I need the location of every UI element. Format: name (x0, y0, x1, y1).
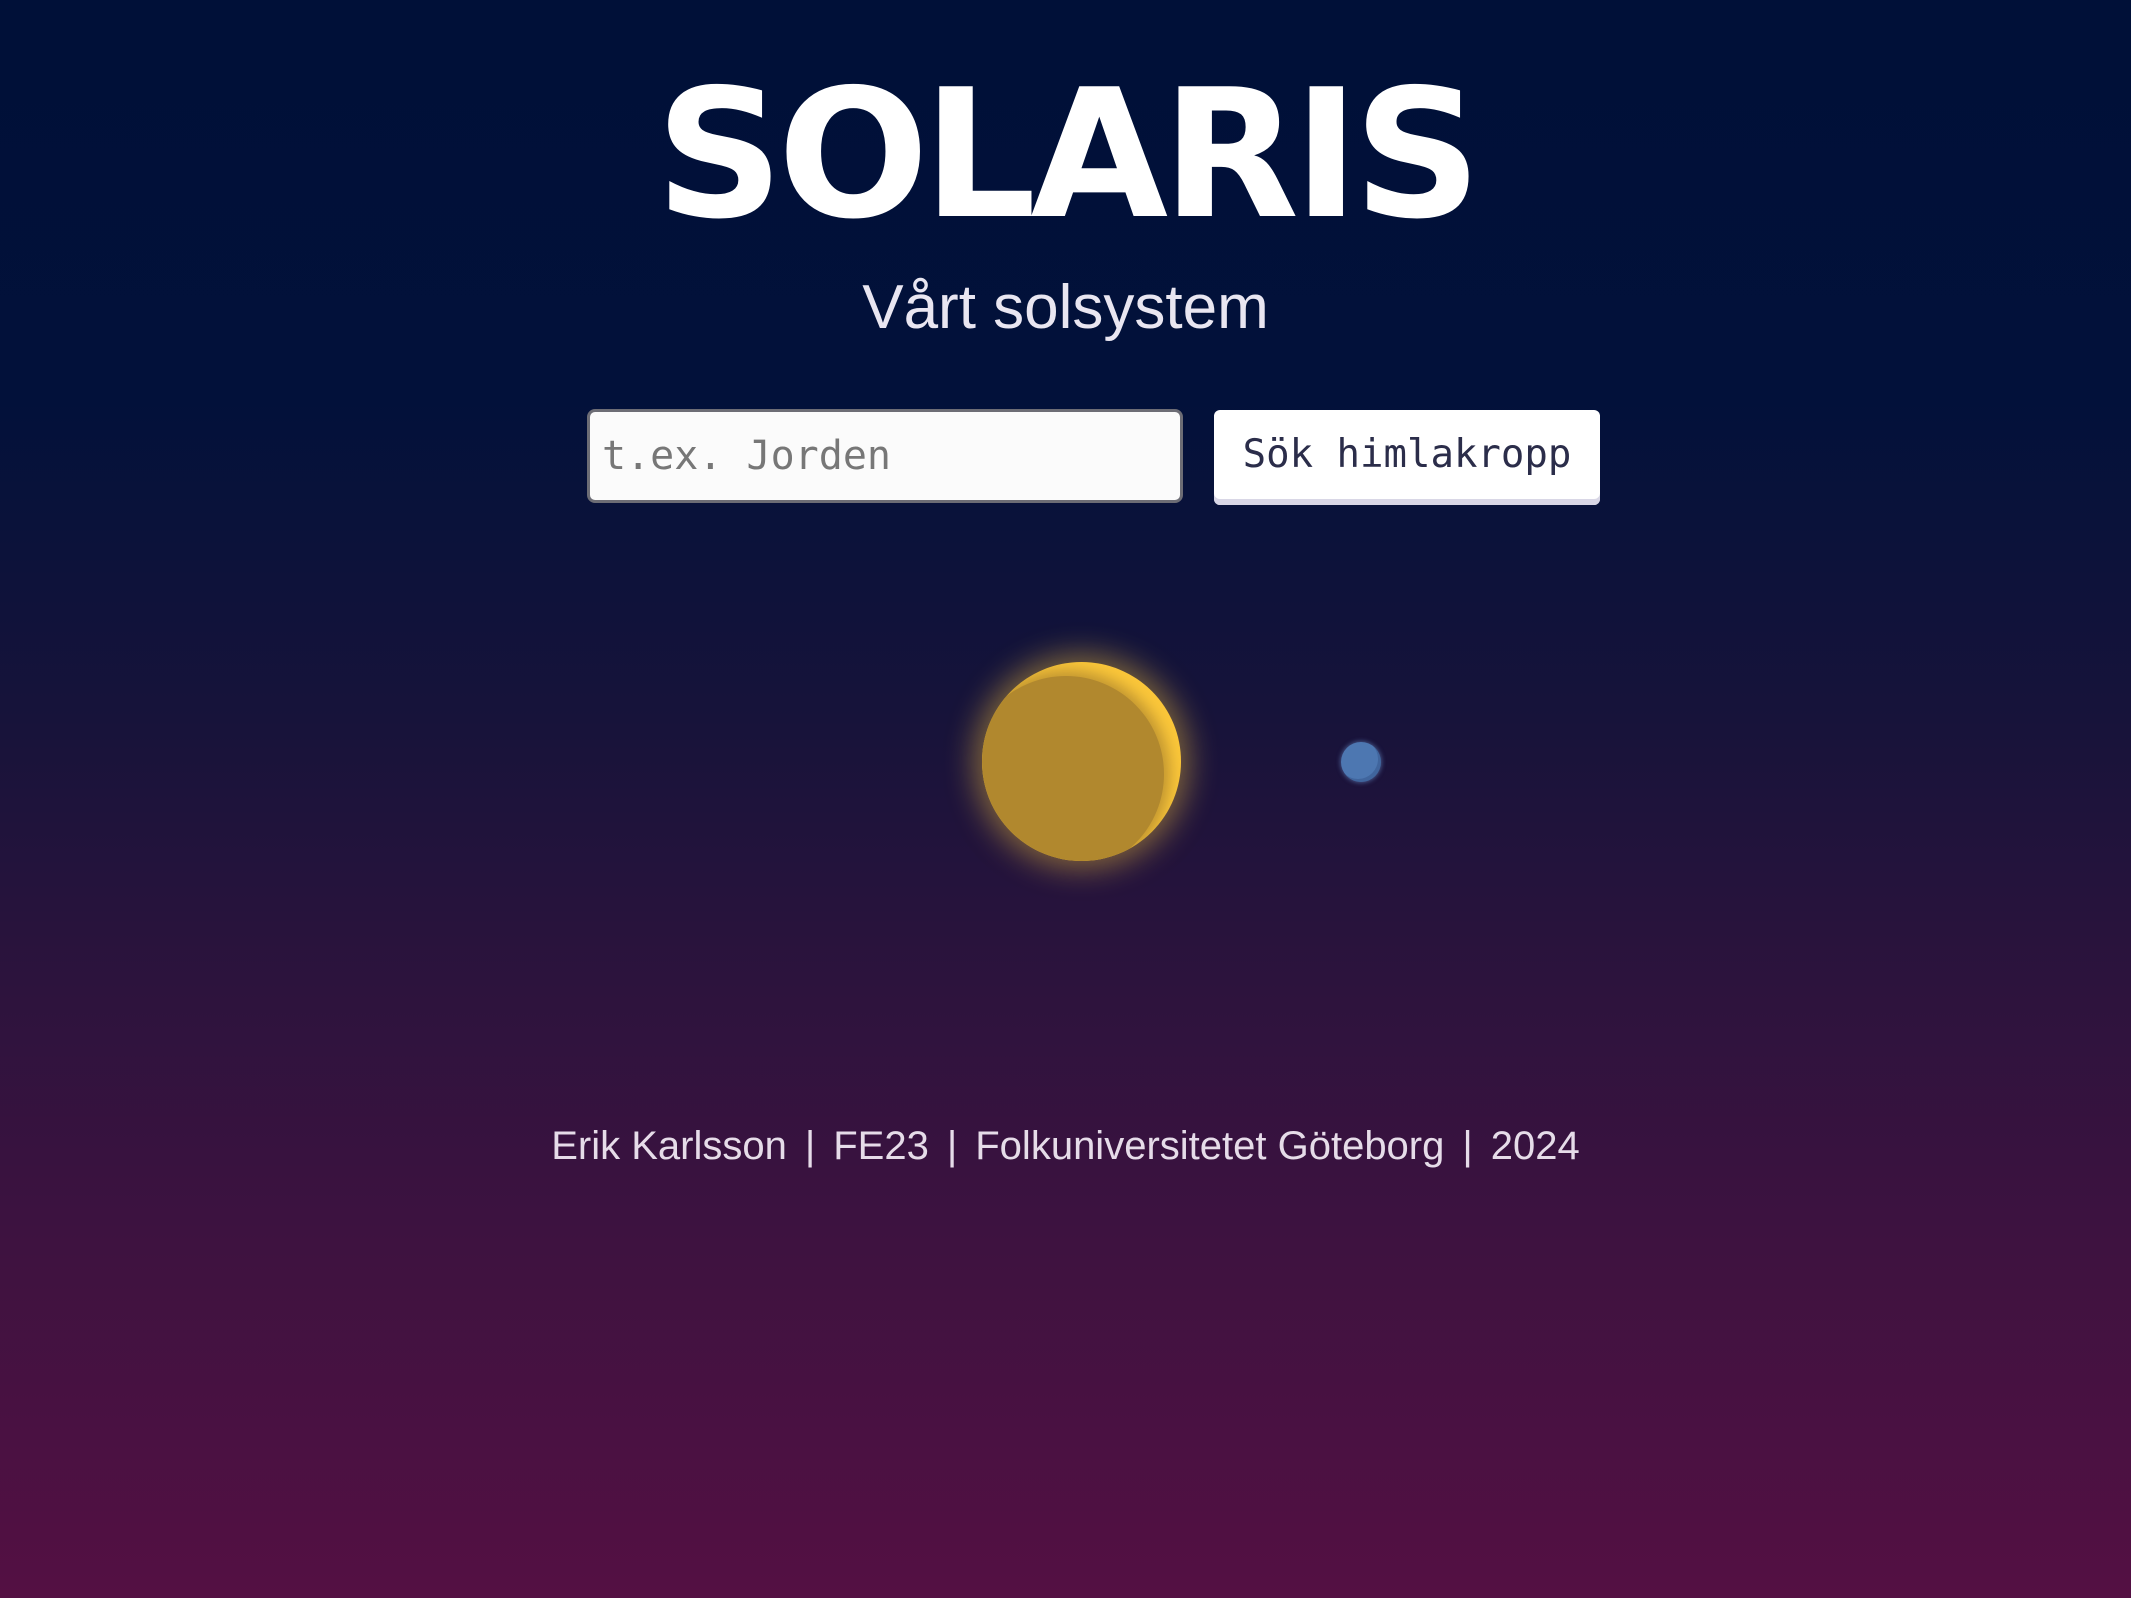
sun[interactable] (982, 662, 1181, 861)
footer-author: Erik Karlsson (551, 1124, 787, 1168)
footer-separator: | (804, 1124, 816, 1168)
planet[interactable] (1341, 742, 1381, 782)
search-input[interactable] (587, 409, 1183, 503)
search-button[interactable]: Sök himlakropp (1214, 410, 1600, 505)
page-title: SOLARIS (655, 51, 1481, 258)
page-subtitle: Vårt solsystem (862, 273, 1269, 342)
footer-class: FE23 (833, 1124, 929, 1168)
footer: Erik Karlsson | FE23 | Folkuniversitetet Göt… (0, 1118, 2131, 1174)
footer-separator: | (946, 1124, 958, 1168)
footer-separator: | (1462, 1124, 1473, 1168)
sun-shading (982, 676, 1164, 861)
footer-year: 2024 (1490, 1124, 1580, 1168)
footer-school: Folkuniversitetet Göteborg (975, 1124, 1445, 1168)
